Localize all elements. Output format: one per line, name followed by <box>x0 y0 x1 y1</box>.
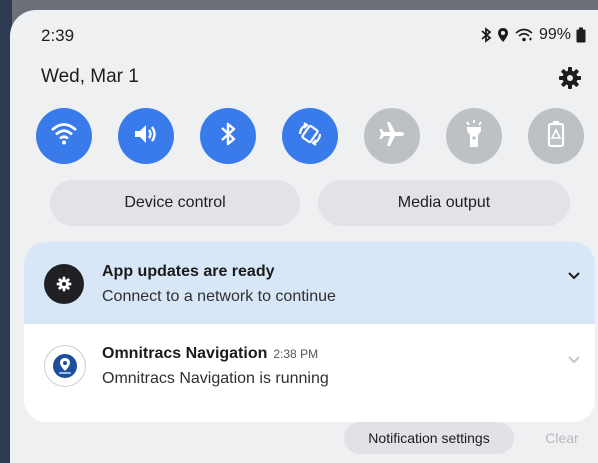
omnitracs-title: Omnitracs Navigation <box>102 345 268 362</box>
notification-title: Omnitracs Navigation 2:38 PM <box>102 345 318 363</box>
battery-saver-icon <box>546 120 566 153</box>
settings-gear-icon[interactable] <box>558 66 582 90</box>
quick-toggle-airplane-mode[interactable] <box>364 108 420 164</box>
omnitracs-app-icon <box>44 345 86 387</box>
gear-icon <box>56 276 72 292</box>
media-output-button[interactable]: Media output <box>318 180 570 226</box>
quick-toggle-power-saving[interactable] <box>528 108 584 164</box>
status-icons: 99% <box>480 26 586 44</box>
wifi-icon <box>50 122 78 151</box>
notification-card: App updates are ready Connect to a netwo… <box>24 242 595 422</box>
chevron-down-icon[interactable] <box>567 268 581 280</box>
volume-icon <box>132 122 160 151</box>
notification-time: 2:38 PM <box>273 347 319 361</box>
battery-percent: 99% <box>538 26 571 43</box>
status-bar: 2:39 99% <box>10 26 598 50</box>
quick-toggle-wifi[interactable] <box>36 108 92 164</box>
chevron-down-icon[interactable] <box>567 352 581 364</box>
location-icon <box>497 27 509 43</box>
notification-text: Omnitracs Navigation is running <box>102 370 329 387</box>
app-updates-icon <box>44 264 84 304</box>
clear-label: Clear <box>545 430 579 446</box>
map-pin-icon <box>53 354 77 378</box>
clear-button[interactable]: Clear <box>530 422 594 454</box>
bluetooth-icon <box>218 121 238 152</box>
quick-settings-row <box>36 108 584 164</box>
quick-toggle-bluetooth[interactable] <box>200 108 256 164</box>
media-output-label: Media output <box>397 194 491 211</box>
status-time: 2:39 <box>41 26 75 45</box>
notification-settings-label: Notification settings <box>368 430 490 446</box>
wifi-icon <box>514 27 534 43</box>
battery-icon <box>576 27 586 43</box>
quick-toggle-flashlight[interactable] <box>446 108 502 164</box>
date-label: Wed, Mar 1 <box>41 66 139 87</box>
quick-toggle-auto-rotate[interactable] <box>282 108 338 164</box>
notification-text: Connect to a network to continue <box>102 288 336 305</box>
notification-settings-button[interactable]: Notification settings <box>344 422 514 454</box>
notification-panel: 2:39 99% Wed, Mar 1 Device control Media… <box>10 10 598 463</box>
flashlight-icon <box>462 119 486 154</box>
quick-toggle-sound[interactable] <box>118 108 174 164</box>
notification-title: App updates are ready <box>102 263 275 280</box>
bluetooth-icon <box>480 27 492 43</box>
airplane-icon <box>378 120 406 153</box>
notification-app-updates[interactable]: App updates are ready Connect to a netwo… <box>24 242 595 324</box>
rotate-icon <box>296 120 324 153</box>
device-control-label: Device control <box>124 194 226 211</box>
device-control-button[interactable]: Device control <box>50 180 300 226</box>
